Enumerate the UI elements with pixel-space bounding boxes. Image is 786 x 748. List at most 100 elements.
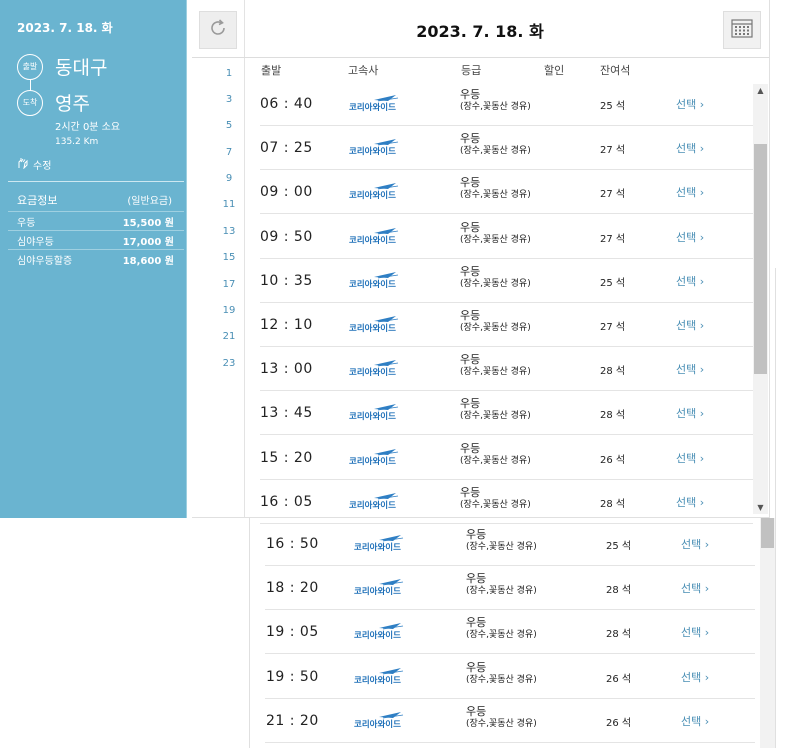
refresh-button[interactable] (199, 11, 237, 49)
departure-time: 18 : 20 (266, 580, 319, 597)
company-logo: 코리아와이드 (353, 622, 409, 642)
fare-grade: 심야우등할증 (17, 255, 73, 267)
hour-link[interactable]: 21 (214, 331, 244, 342)
list-scrollbar[interactable]: ▲ ▼ (753, 84, 768, 514)
frame-edge (192, 517, 770, 518)
company-logo: 코리아와이드 (348, 359, 404, 379)
departure-time: 10 : 35 (260, 272, 313, 289)
bus-row[interactable]: 07 : 25 코리아와이드 우등 (장수,꽃동산 경유) 27 석 선택 › (260, 126, 753, 171)
select-button[interactable]: 선택 › (676, 405, 704, 421)
departure-time: 16 : 50 (266, 536, 319, 552)
departure-time: 16 : 05 (260, 493, 313, 510)
select-button[interactable]: 선택 › (681, 669, 709, 685)
hour-link[interactable]: 9 (214, 173, 244, 184)
bus-row[interactable]: 15 : 20 코리아와이드 우등 (장수,꽃동산 경유) 26 석 선택 › (260, 436, 753, 480)
col-departure: 출발 (261, 64, 282, 77)
chevron-right-icon: › (699, 98, 705, 111)
edit-hand-icon (17, 157, 29, 172)
remaining-seats: 27 석 (600, 233, 626, 245)
select-button[interactable]: 선택 › (681, 624, 709, 640)
fare-title: 요금정보 (17, 194, 58, 207)
departure-time: 09 : 50 (260, 228, 313, 245)
col-company: 고속사 (348, 64, 379, 77)
company-logo: 코리아와이드 (348, 492, 404, 512)
hour-link[interactable]: 17 (214, 279, 244, 290)
arrival-terminal: 영주 (55, 93, 90, 115)
bus-row[interactable]: 12 : 10 코리아와이드 우등 (장수,꽃동산 경유) 27 석 선택 › (260, 303, 753, 347)
company-logo: 코리아와이드 (348, 315, 404, 335)
company-logo: 코리아와이드 (348, 403, 404, 423)
company-name: 코리아와이드 (349, 102, 396, 113)
refresh-icon (207, 17, 229, 43)
remaining-seats: 25 석 (600, 101, 626, 112)
hour-link[interactable]: 15 (214, 252, 244, 263)
hour-link[interactable]: 13 (214, 226, 244, 237)
company-name: 코리아와이드 (349, 279, 396, 290)
hour-link[interactable]: 1 (214, 68, 244, 79)
remaining-seats: 28 석 (600, 410, 626, 422)
select-button[interactable]: 선택 › (676, 317, 704, 333)
via-label: (장수,꽃동산 경유) (460, 367, 531, 378)
departure-time: 13 : 45 (260, 405, 313, 422)
chevron-right-icon: › (704, 582, 710, 596)
select-button[interactable]: 선택 › (676, 494, 704, 510)
bus-row[interactable]: 09 : 50 코리아와이드 우등 (장수,꽃동산 경유) 27 석 선택 › (260, 215, 753, 259)
scroll-up-icon[interactable]: ▲ (756, 86, 765, 95)
bus-row[interactable]: 19 : 50 코리아와이드 우등 (장수,꽃동산 경유) 26 석 선택 › (265, 655, 755, 699)
select-button[interactable]: 선택 › (676, 140, 704, 156)
grade-label: 우등 (460, 264, 481, 278)
page-scrollbar[interactable] (760, 518, 775, 748)
select-button[interactable]: 선택 › (681, 536, 709, 552)
select-button[interactable]: 선택 › (676, 184, 704, 200)
via-label: (장수,꽃동산 경유) (460, 278, 531, 289)
chevron-right-icon: › (699, 363, 705, 377)
select-button[interactable]: 선택 › (681, 580, 709, 596)
grade-info: 우등 (장수,꽃동산 경유) (460, 486, 531, 512)
hour-link[interactable]: 23 (214, 358, 244, 369)
bus-row[interactable]: 18 : 20 코리아와이드 우등 (장수,꽃동산 경유) 28 석 선택 › (265, 566, 755, 611)
bus-row[interactable]: 06 : 40 코리아와이드 우등 (장수,꽃동산 경유) 25 석 선택 › (260, 82, 753, 126)
hour-link[interactable]: 7 (214, 147, 244, 158)
fare-subtitle: (일반요금) (127, 196, 172, 207)
hour-link[interactable]: 3 (214, 94, 244, 105)
remaining-seats: 26 석 (606, 673, 632, 685)
via-label: (장수,꽃동산 경유) (460, 190, 531, 201)
remaining-seats: 25 석 (600, 277, 626, 289)
hour-link[interactable]: 11 (214, 199, 244, 210)
scrollbar-thumb[interactable] (761, 518, 774, 548)
route-summary-panel: 2023. 7. 18. 화 출발 동대구 도착 영주 2시간 0분 소요 13… (0, 0, 187, 518)
frame-edge (769, 0, 770, 518)
grade-info: 우등 (장수,꽃동산 경유) (460, 88, 531, 114)
edit-button[interactable]: 수정 (17, 157, 51, 172)
bus-row[interactable]: 16 : 50 코리아와이드 우등 (장수,꽃동산 경유) 25 석 선택 › (265, 522, 755, 566)
chevron-right-icon: › (699, 142, 705, 156)
bus-row[interactable]: 13 : 45 코리아와이드 우등 (장수,꽃동산 경유) 28 석 선택 › (260, 391, 753, 436)
chevron-right-icon: › (704, 670, 710, 684)
grade-info: 우등 (장수,꽃동산 경유) (460, 221, 531, 247)
select-button[interactable]: 선택 › (681, 713, 709, 729)
remaining-seats: 27 석 (600, 189, 626, 201)
departure-time: 06 : 40 (260, 96, 313, 112)
select-button[interactable]: 선택 › (676, 450, 704, 466)
calendar-button[interactable] (723, 11, 761, 49)
bus-row[interactable]: 13 : 00 코리아와이드 우등 (장수,꽃동산 경유) 28 석 선택 › (260, 347, 753, 392)
bus-row[interactable]: 09 : 00 코리아와이드 우등 (장수,꽃동산 경유) 27 석 선택 › (260, 170, 753, 215)
bus-row[interactable]: 10 : 35 코리아와이드 우등 (장수,꽃동산 경유) 25 석 선택 › (260, 259, 753, 303)
scrollbar-thumb[interactable] (754, 144, 767, 374)
company-name: 코리아와이드 (354, 630, 401, 641)
select-button[interactable]: 선택 › (676, 273, 704, 289)
company-name: 코리아와이드 (349, 146, 396, 157)
hour-link[interactable]: 19 (214, 305, 244, 316)
remaining-seats: 26 석 (606, 717, 632, 729)
hour-link[interactable]: 5 (214, 120, 244, 131)
select-button[interactable]: 선택 › (676, 96, 704, 112)
bus-row[interactable]: 21 : 20 코리아와이드 우등 (장수,꽃동산 경유) 26 석 선택 › (265, 699, 755, 743)
travel-distance: 135.2 Km (55, 137, 99, 147)
arrival-badge: 도착 (17, 89, 43, 116)
chevron-right-icon: › (699, 186, 705, 200)
bus-row[interactable]: 19 : 05 코리아와이드 우등 (장수,꽃동산 경유) 28 석 선택 › (265, 610, 755, 655)
scroll-down-icon[interactable]: ▼ (756, 503, 765, 512)
select-button[interactable]: 선택 › (676, 229, 704, 245)
select-button[interactable]: 선택 › (676, 361, 704, 377)
frame-edge (775, 268, 776, 748)
